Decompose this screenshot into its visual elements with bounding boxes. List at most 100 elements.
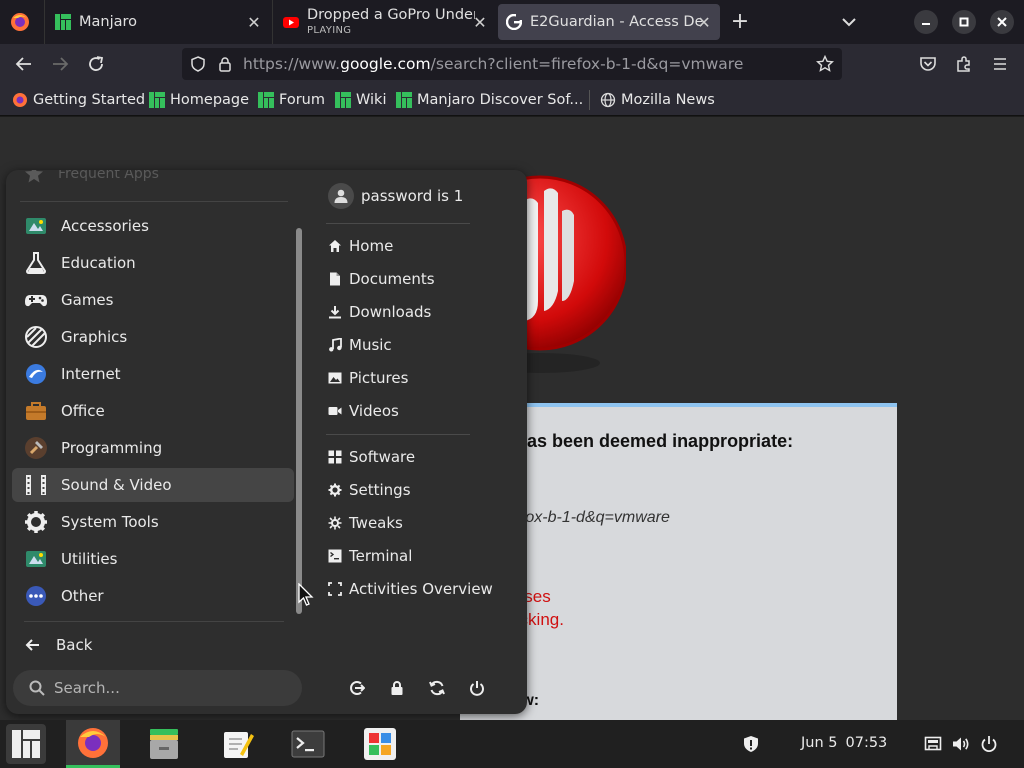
category-sound-video[interactable]: Sound & Video [12, 468, 294, 502]
film-icon [24, 473, 48, 497]
category-system-tools[interactable]: System Tools [12, 505, 294, 539]
place-label: Documents [349, 270, 435, 288]
category-label: System Tools [61, 513, 159, 531]
list-tabs-icon[interactable] [840, 14, 858, 30]
url-text[interactable]: https://www.google.com/search?client=fir… [243, 55, 743, 73]
category-accessories[interactable]: Accessories [12, 209, 294, 243]
power-icon[interactable] [469, 680, 485, 696]
lock-icon[interactable] [217, 56, 233, 72]
back-label: Back [56, 636, 93, 654]
application-menu: Frequent Apps Accessories Education Game… [6, 170, 527, 714]
category-programming[interactable]: Programming [12, 431, 294, 465]
place-label: Pictures [349, 369, 409, 387]
category-scrollbar[interactable] [296, 228, 302, 614]
bookmark-label: Manjaro Discover Sof... [417, 92, 584, 108]
new-tab-icon[interactable]: + [730, 11, 750, 33]
taskbar-text-editor-icon[interactable] [218, 724, 258, 764]
place-home[interactable]: Home [328, 235, 393, 257]
pocket-icon[interactable] [918, 54, 938, 74]
user-label: password is 1 [361, 187, 464, 205]
taskbar-files-icon[interactable] [144, 724, 184, 764]
hamburger-menu-icon[interactable] [990, 54, 1010, 74]
tab-title: E2Guardian - Access Der [530, 14, 702, 30]
bookmark-separator [589, 90, 590, 110]
system-label: Terminal [349, 547, 413, 565]
bookmark-homepage[interactable]: Homepage [149, 91, 249, 109]
system-software[interactable]: Software [328, 446, 415, 468]
place-documents[interactable]: Documents [328, 268, 435, 290]
user-account-button[interactable]: password is 1 [328, 183, 463, 209]
place-pictures[interactable]: Pictures [328, 367, 408, 389]
category-utilities[interactable]: Utilities [12, 542, 294, 576]
bookmark-mozilla-news[interactable]: Mozilla News [600, 91, 715, 109]
system-tweaks[interactable]: Tweaks [328, 512, 403, 534]
lock-icon[interactable] [389, 680, 405, 696]
place-downloads[interactable]: Downloads [328, 301, 431, 323]
minimize-icon[interactable] [914, 10, 938, 34]
forward-arrow-icon[interactable] [50, 54, 70, 74]
category-internet[interactable]: Internet [12, 357, 294, 391]
clock-time: 07:53 [845, 735, 888, 751]
bookmark-manjaro-discover[interactable]: Manjaro Discover Sof... [396, 91, 583, 109]
category-graphics[interactable]: Graphics [12, 320, 294, 354]
network-wired-icon[interactable] [924, 735, 942, 753]
tweaks-icon [328, 516, 342, 530]
url-host: google.com [340, 55, 431, 73]
place-music[interactable]: Music [328, 334, 392, 356]
system-terminal[interactable]: Terminal [328, 545, 412, 567]
category-label: Accessories [61, 217, 149, 235]
bookmark-getting-started[interactable]: Getting Started [12, 91, 145, 109]
category-office[interactable]: Office [12, 394, 294, 428]
taskbar-terminal-icon[interactable] [288, 724, 328, 764]
frequent-apps-heading[interactable]: Frequent Apps [24, 170, 159, 184]
taskbar-firefox-icon[interactable] [66, 720, 120, 768]
bookmark-star-icon[interactable] [816, 55, 834, 73]
back-button[interactable]: Back [24, 632, 92, 658]
tab-youtube[interactable]: Dropped a GoPro Under PLAYING ✕ [272, 0, 496, 44]
category-label: Education [61, 254, 136, 272]
tab-playing-label: PLAYING [307, 24, 352, 36]
extensions-icon[interactable] [954, 54, 974, 74]
menu-search-box[interactable] [13, 670, 302, 706]
category-education[interactable]: Education [12, 246, 294, 280]
tab-title: Manjaro [79, 14, 138, 30]
taskbar-software-center-icon[interactable] [360, 724, 400, 764]
browser-tab-strip: Manjaro ✕ Dropped a GoPro Under PLAYING … [0, 0, 1024, 44]
manjaro-icon [149, 92, 165, 108]
back-arrow-icon[interactable] [14, 54, 34, 74]
start-menu-manjaro-icon[interactable] [6, 724, 46, 764]
menu-separator [20, 201, 288, 202]
clock[interactable]: Jun 5 07:53 [801, 735, 887, 751]
bookmark-wiki[interactable]: Wiki [335, 91, 386, 109]
tab-manjaro[interactable]: Manjaro ✕ [44, 0, 270, 44]
close-window-icon[interactable] [990, 10, 1014, 34]
reload-icon[interactable] [86, 54, 106, 74]
firefox-menu-icon[interactable] [10, 12, 30, 32]
star-icon [24, 170, 44, 184]
mouse-pointer-icon [298, 583, 314, 607]
category-games[interactable]: Games [12, 283, 294, 317]
logout-icon[interactable] [349, 680, 365, 696]
place-videos[interactable]: Videos [328, 400, 399, 422]
system-activities-overview[interactable]: Activities Overview [328, 578, 493, 600]
maximize-icon[interactable] [952, 10, 976, 34]
tab-e2guardian[interactable]: E2Guardian - Access Der ✕ [498, 4, 720, 40]
globe-icon [600, 92, 616, 108]
close-tab-icon[interactable]: ✕ [696, 13, 712, 32]
shield-icon[interactable] [190, 56, 206, 72]
volume-icon[interactable] [952, 735, 970, 753]
category-label: Utilities [61, 550, 118, 568]
category-other[interactable]: Other [12, 579, 294, 613]
close-tab-icon[interactable]: ✕ [246, 13, 262, 32]
bookmark-forum[interactable]: Forum [258, 91, 325, 109]
briefcase-icon [24, 399, 48, 423]
security-shield-icon[interactable] [742, 735, 760, 753]
restart-icon[interactable] [429, 680, 445, 696]
search-input[interactable] [54, 679, 274, 697]
url-bar[interactable]: https://www.google.com/search?client=fir… [182, 48, 842, 80]
close-tab-icon[interactable]: ✕ [472, 13, 488, 32]
system-settings[interactable]: Settings [328, 479, 411, 501]
terminal-icon [328, 549, 342, 563]
place-label: Music [349, 336, 392, 354]
power-icon[interactable] [980, 735, 998, 753]
